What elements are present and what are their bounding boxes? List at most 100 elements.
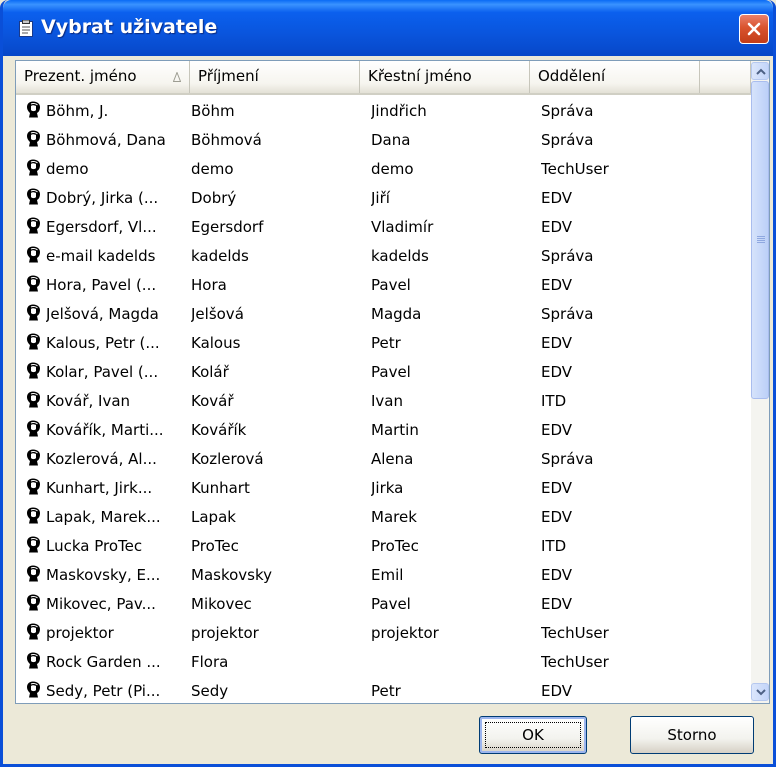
user-icon bbox=[27, 304, 40, 321]
sort-ascending-icon bbox=[173, 72, 181, 82]
table-cell: Kovářík, Marti... bbox=[46, 421, 164, 439]
table-row[interactable]: Böhmová, Dana Böhmová Dana Správa bbox=[16, 124, 751, 153]
table-cell: Alena bbox=[371, 450, 414, 468]
select-user-dialog: Vybrat uživatele Prezent. jméno Příjmení… bbox=[0, 0, 776, 767]
table-cell: TechUser bbox=[541, 160, 609, 178]
table-cell: Hora, Pavel (... bbox=[46, 276, 157, 294]
table-cell: kadelds bbox=[191, 247, 249, 265]
table-cell: Kozlerová bbox=[191, 450, 264, 468]
user-icon bbox=[27, 594, 40, 611]
table-row[interactable]: Sedy, Petr (Pi... Sedy Petr EDV bbox=[16, 675, 751, 703]
title-bar[interactable]: Vybrat uživatele bbox=[3, 0, 773, 56]
user-icon bbox=[27, 362, 40, 379]
table-cell: Dana bbox=[371, 131, 411, 149]
table-cell: Dobrý bbox=[191, 189, 237, 207]
user-icon bbox=[27, 565, 40, 582]
table-cell: Böhm, J. bbox=[46, 102, 109, 120]
table-row[interactable]: Kolar, Pavel (... Kolář Pavel EDV bbox=[16, 356, 751, 385]
table-cell: EDV bbox=[541, 595, 573, 613]
column-header-display-name[interactable]: Prezent. jméno bbox=[16, 61, 190, 93]
table-cell: EDV bbox=[541, 682, 573, 700]
column-header-surname[interactable]: Příjmení bbox=[190, 61, 360, 93]
table-cell: Sedy bbox=[191, 682, 229, 700]
cancel-button[interactable]: Storno bbox=[630, 716, 754, 754]
table-cell: Pavel bbox=[371, 276, 411, 294]
table-cell: demo bbox=[191, 160, 234, 178]
table-row[interactable]: Rock Garden ... Flora TechUser bbox=[16, 646, 751, 675]
table-cell: Maskovsky, E... bbox=[46, 566, 161, 584]
table-cell: demo bbox=[46, 160, 89, 178]
table-cell: EDV bbox=[541, 276, 573, 294]
user-icon bbox=[27, 536, 40, 553]
table-cell: Jirka bbox=[371, 479, 404, 497]
clipboard-icon bbox=[19, 20, 33, 37]
table-cell: Kunhart, Jirk... bbox=[46, 479, 153, 497]
table-cell: projektor bbox=[191, 624, 259, 642]
scroll-up-button[interactable] bbox=[751, 62, 769, 80]
table-cell: EDV bbox=[541, 218, 573, 236]
table-row[interactable]: Kunhart, Jirk... Kunhart Jirka EDV bbox=[16, 472, 751, 501]
table-cell: EDV bbox=[541, 566, 573, 584]
table-cell: Egersdorf bbox=[191, 218, 264, 236]
table-cell: Pavel bbox=[371, 363, 411, 381]
table-cell: EDV bbox=[541, 334, 573, 352]
user-icon bbox=[27, 130, 40, 147]
table-cell: Böhm bbox=[191, 102, 235, 120]
table-cell: Sedy, Petr (Pi... bbox=[46, 682, 161, 700]
chevron-down-icon bbox=[756, 689, 766, 696]
table-row[interactable]: projektor projektor projektor TechUser bbox=[16, 617, 751, 646]
table-row[interactable]: Kozlerová, Al... Kozlerová Alena Správa bbox=[16, 443, 751, 472]
table-cell: Magda bbox=[371, 305, 422, 323]
table-row[interactable]: Lucka ProTec ProTec ProTec ITD bbox=[16, 530, 751, 559]
table-cell: Lucka ProTec bbox=[46, 537, 143, 555]
user-icon bbox=[27, 449, 40, 466]
user-rows: Böhm, J. Böhm Jindřich Správa Böhmová, Dana B… bbox=[16, 95, 751, 703]
table-row[interactable]: Hora, Pavel (... Hora Pavel EDV bbox=[16, 269, 751, 298]
user-icon bbox=[27, 391, 40, 408]
table-cell: Böhmová bbox=[191, 131, 262, 149]
table-row[interactable]: demo demo demo TechUser bbox=[16, 153, 751, 182]
user-icon bbox=[27, 159, 40, 176]
table-cell: ProTec bbox=[191, 537, 239, 555]
table-cell: Maskovsky bbox=[191, 566, 272, 584]
table-row[interactable]: Jelšová, Magda Jelšová Magda Správa bbox=[16, 298, 751, 327]
table-cell: TechUser bbox=[541, 653, 609, 671]
vertical-scrollbar[interactable] bbox=[751, 61, 769, 703]
ok-button[interactable]: OK bbox=[479, 716, 587, 754]
table-cell: Kalous, Petr (... bbox=[46, 334, 160, 352]
table-cell: Böhmová, Dana bbox=[46, 131, 166, 149]
table-cell: Kalous bbox=[191, 334, 241, 352]
table-cell: Správa bbox=[541, 305, 594, 323]
table-cell: Rock Garden ... bbox=[46, 653, 161, 671]
table-cell: Marek bbox=[371, 508, 417, 526]
table-row[interactable]: Kovář, Ivan Kovář Ivan ITD bbox=[16, 385, 751, 414]
table-cell: EDV bbox=[541, 479, 573, 497]
user-icon bbox=[27, 623, 40, 640]
column-header-department[interactable]: Oddělení bbox=[530, 61, 700, 93]
table-cell: Emil bbox=[371, 566, 404, 584]
table-cell: EDV bbox=[541, 508, 573, 526]
table-cell: Vladimír bbox=[371, 218, 434, 236]
user-list[interactable]: Prezent. jméno Příjmení Křestní jméno Od… bbox=[15, 60, 770, 704]
table-row[interactable]: Dobrý, Jirka (... Dobrý Jiří EDV bbox=[16, 182, 751, 211]
table-cell: ITD bbox=[541, 537, 567, 555]
table-cell: Mikovec, Pav... bbox=[46, 595, 156, 613]
table-cell: Petr bbox=[371, 334, 401, 352]
scroll-down-button[interactable] bbox=[751, 683, 769, 701]
scroll-thumb[interactable] bbox=[751, 81, 769, 399]
table-cell: Pavel bbox=[371, 595, 411, 613]
column-header-first-name[interactable]: Křestní jméno bbox=[360, 61, 530, 93]
table-cell: ITD bbox=[541, 392, 567, 410]
table-row[interactable]: Egersdorf, Vl... Egersdorf Vladimír EDV bbox=[16, 211, 751, 240]
table-row[interactable]: Kovářík, Marti... Kovářík Martin EDV bbox=[16, 414, 751, 443]
table-row[interactable]: Kalous, Petr (... Kalous Petr EDV bbox=[16, 327, 751, 356]
table-cell: Kovář bbox=[191, 392, 234, 410]
user-icon bbox=[27, 101, 40, 118]
user-icon bbox=[27, 478, 40, 495]
table-row[interactable]: Lapak, Marek... Lapak Marek EDV bbox=[16, 501, 751, 530]
table-row[interactable]: Böhm, J. Böhm Jindřich Správa bbox=[16, 95, 751, 124]
table-row[interactable]: Mikovec, Pav... Mikovec Pavel EDV bbox=[16, 588, 751, 617]
table-row[interactable]: Maskovsky, E... Maskovsky Emil EDV bbox=[16, 559, 751, 588]
close-button[interactable] bbox=[739, 14, 769, 44]
table-row[interactable]: e-mail kadelds kadelds kadelds Správa bbox=[16, 240, 751, 269]
